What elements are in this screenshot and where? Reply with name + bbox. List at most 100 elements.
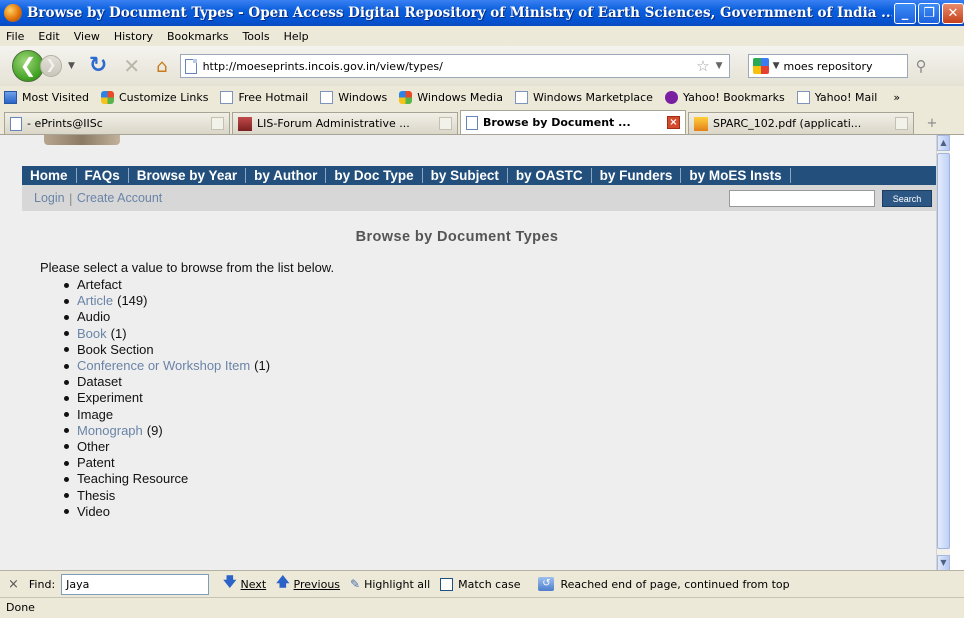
bookmark-label: Windows — [338, 90, 388, 104]
new-tab-plus-icon[interactable]: + — [922, 114, 942, 134]
list-item[interactable]: Article (149) — [64, 293, 270, 309]
search-icon[interactable]: ⚲ — [916, 57, 927, 75]
document-type-label: Book Section — [77, 341, 154, 357]
menu-bookmarks[interactable]: Bookmarks — [167, 30, 228, 43]
tab-label: SPARC_102.pdf (applicati... — [713, 117, 862, 130]
tab-close-button[interactable] — [439, 117, 452, 130]
list-item[interactable]: Conference or Workshop Item (1) — [64, 358, 270, 374]
find-next-button[interactable]: 🡇 Next — [223, 573, 266, 595]
list-item[interactable]: Book (1) — [64, 326, 270, 342]
site-search-input[interactable] — [729, 190, 875, 207]
find-input[interactable]: Jaya — [61, 573, 210, 595]
bookmark-customize-links[interactable]: Customize Links — [100, 90, 209, 104]
menu-history[interactable]: History — [114, 30, 153, 43]
tab-browse-by-document[interactable]: Browse by Document ... × — [460, 110, 686, 134]
create-account-link[interactable]: Create Account — [77, 191, 162, 205]
nav-browse-by-year[interactable]: Browse by Year — [129, 168, 247, 183]
bookmark-label: Yahoo! Bookmarks — [682, 90, 785, 104]
site-search-button[interactable]: Search — [882, 190, 932, 207]
reload-icon[interactable]: ↻ — [89, 55, 107, 77]
menu-help[interactable]: Help — [284, 30, 309, 43]
address-bar[interactable]: http://moeseprints.incois.gov.in/view/ty… — [179, 54, 730, 78]
bookmark-windows-marketplace[interactable]: Windows Marketplace — [514, 90, 653, 104]
nav-by-doc-type[interactable]: by Doc Type — [326, 168, 423, 183]
stop-icon[interactable]: ✕ — [123, 54, 140, 78]
list-item: Patent — [64, 455, 270, 471]
bookmark-free-hotmail[interactable]: Free Hotmail — [220, 90, 308, 104]
navigation-toolbar: ❮ ❯ ▼ ↻ ✕ ⌂ http://moeseprints.incois.go… — [0, 46, 964, 86]
maximize-button[interactable]: ❐ — [918, 2, 940, 24]
bookmark-star-icon[interactable]: ☆ — [696, 57, 709, 75]
bullet-icon — [64, 460, 69, 466]
bookmark-most-visited[interactable]: Most Visited — [4, 90, 89, 104]
forward-button[interactable]: ❯ — [40, 55, 62, 77]
bookmarks-overflow-chevron-icon[interactable]: » — [893, 91, 900, 104]
document-type-link[interactable]: Conference or Workshop Item — [77, 358, 250, 374]
tab-label: Browse by Document ... — [483, 116, 631, 129]
find-previous-button[interactable]: 🡅 Previous — [276, 573, 340, 595]
page-icon — [514, 90, 528, 104]
tab-sparc-pdf[interactable]: SPARC_102.pdf (applicati... — [688, 112, 914, 134]
tab-eprints-iisc[interactable]: - ePrints@IISc — [4, 112, 230, 134]
bookmark-windows[interactable]: Windows — [320, 90, 388, 104]
nav-by-funders[interactable]: by Funders — [592, 168, 682, 183]
bullet-icon — [64, 298, 69, 304]
bookmark-label: Most Visited — [22, 90, 89, 104]
windows-logo-icon — [100, 90, 114, 104]
nav-faqs[interactable]: FAQs — [77, 168, 129, 183]
document-type-link[interactable]: Monograph — [77, 423, 143, 439]
menu-edit[interactable]: Edit — [38, 30, 59, 43]
bullet-icon — [64, 509, 69, 515]
tab-close-button[interactable]: × — [667, 116, 680, 129]
bookmark-yahoo-bookmarks[interactable]: Yahoo! Bookmarks — [664, 90, 785, 104]
bookmark-windows-media[interactable]: Windows Media — [399, 90, 503, 104]
menu-file[interactable]: File — [6, 30, 24, 43]
menu-tools[interactable]: Tools — [242, 30, 269, 43]
close-window-button[interactable]: ✕ — [942, 2, 964, 24]
highlight-all-button[interactable]: ✎ Highlight all — [350, 577, 430, 591]
list-item: Video — [64, 504, 270, 520]
site-header — [22, 135, 942, 167]
scroll-thumb[interactable] — [937, 153, 950, 549]
nav-by-subject[interactable]: by Subject — [423, 168, 508, 183]
document-type-link[interactable]: Book — [77, 326, 107, 342]
document-count: (1) — [110, 325, 127, 341]
document-type-link[interactable]: Article — [77, 293, 113, 309]
search-engine-dropdown-icon[interactable]: ▼ — [773, 61, 780, 71]
close-find-bar-icon[interactable]: × — [8, 577, 19, 592]
url-text[interactable]: http://moeseprints.incois.gov.in/view/ty… — [203, 60, 697, 73]
home-icon[interactable]: ⌂ — [156, 56, 167, 77]
search-input[interactable]: moes repository — [783, 60, 872, 73]
firefox-icon — [4, 4, 22, 22]
document-type-list: Artefact Article (149) Audio Book (1) Book Sec… — [64, 277, 270, 520]
search-engine-icon[interactable] — [752, 58, 769, 74]
history-dropdown-icon[interactable]: ▼ — [68, 61, 75, 71]
list-item: Book Section — [64, 342, 270, 358]
nav-by-moes-insts[interactable]: by MoES Insts — [681, 168, 791, 183]
nav-home[interactable]: Home — [28, 168, 77, 183]
minimize-button[interactable]: _ — [894, 2, 916, 24]
bullet-icon — [64, 363, 69, 369]
nav-by-oastc[interactable]: by OASTC — [508, 168, 592, 183]
window-titlebar: Browse by Document Types - Open Access D… — [0, 0, 964, 26]
nav-by-author[interactable]: by Author — [246, 168, 327, 183]
match-case-checkbox[interactable]: Match case — [440, 577, 521, 591]
bookmark-label: Customize Links — [118, 90, 209, 104]
bullet-icon — [64, 444, 69, 450]
checkbox-box[interactable] — [440, 577, 454, 591]
list-item[interactable]: Monograph (9) — [64, 423, 270, 439]
bookmark-yahoo-mail[interactable]: Yahoo! Mail — [796, 90, 877, 104]
search-bar[interactable]: ▼ moes repository — [747, 54, 908, 78]
tab-close-button[interactable] — [895, 117, 908, 130]
login-link[interactable]: Login — [34, 191, 65, 205]
vertical-scrollbar[interactable]: ▲ ▼ — [936, 135, 950, 570]
document-type-label: Image — [77, 406, 114, 422]
tab-close-button[interactable] — [211, 117, 224, 130]
match-case-label: Match case — [458, 577, 521, 591]
scroll-up-arrow-icon[interactable]: ▲ — [937, 135, 950, 151]
windows-logo-icon — [399, 90, 413, 104]
menu-view[interactable]: View — [74, 30, 100, 43]
url-dropdown-icon[interactable]: ▼ — [716, 61, 723, 71]
tab-lis-forum[interactable]: LIS-Forum Administrative ... — [232, 112, 458, 134]
scroll-down-arrow-icon[interactable]: ▼ — [937, 555, 950, 570]
